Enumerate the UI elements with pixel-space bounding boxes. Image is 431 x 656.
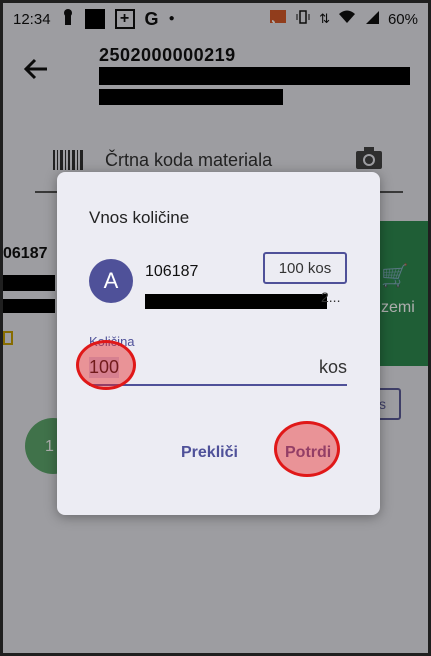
avatar-letter: A (103, 268, 119, 293)
redacted-material-name (145, 294, 327, 309)
material-code: 106187 (145, 263, 199, 280)
quantity-chip[interactable]: 100 kos (263, 252, 347, 284)
dialog-title: Vnos količine (89, 208, 190, 227)
highlight-marker-confirm (274, 421, 340, 477)
material-name-ellipsis: 2... (321, 289, 341, 305)
material-avatar: A (89, 259, 133, 303)
quantity-unit: kos (318, 357, 347, 377)
quantity-chip-label: 100 kos (278, 259, 332, 277)
highlight-marker-quantity (76, 340, 136, 390)
app-screen: 12:34 + G ● ⇅ 60% 2502000000219 Črtna ko… (3, 3, 428, 653)
cancel-button[interactable]: Prekliči (181, 444, 238, 462)
